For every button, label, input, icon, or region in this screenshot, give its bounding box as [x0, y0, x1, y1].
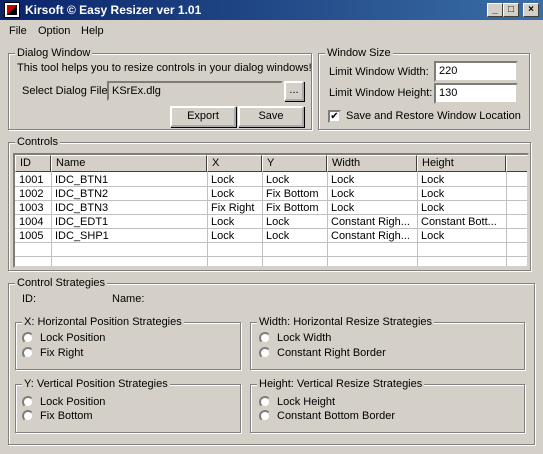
table-cell[interactable]: IDC_BTN3 — [51, 201, 207, 215]
minimize-button[interactable]: _ — [487, 3, 503, 17]
column-header-id[interactable]: ID — [15, 155, 51, 172]
table-cell[interactable]: Lock — [207, 173, 262, 187]
export-button[interactable]: Export — [170, 106, 236, 127]
menu-file[interactable]: File — [9, 25, 27, 37]
column-header-x[interactable]: X — [207, 155, 262, 172]
height-strategies-group-label: Height: Vertical Resize Strategies — [257, 378, 425, 390]
select-dialog-file-label: Select Dialog File: — [22, 85, 111, 97]
dialog-window-group-label: Dialog Window — [15, 47, 93, 59]
id-label: ID: — [22, 293, 37, 305]
menu-bar: File Option Help — [0, 20, 543, 40]
table-cell[interactable]: IDC_SHP1 — [51, 229, 207, 243]
table-cell[interactable]: Lock — [417, 201, 506, 215]
y-fix-bottom-label: Fix Bottom — [40, 410, 93, 422]
table-cell[interactable]: Lock — [327, 173, 417, 187]
x-strategies-group: X: Horizontal Position Strategies — [15, 316, 241, 370]
save-restore-label: Save and Restore Window Location — [346, 110, 521, 122]
dialog-file-field[interactable]: KSrEx.dlg — [107, 81, 283, 101]
x-fix-right-label: Fix Right — [40, 347, 84, 359]
x-lock-position-label: Lock Position — [40, 332, 106, 344]
table-cell[interactable]: Fix Right — [207, 201, 262, 215]
width-strategies-group: Width: Horizontal Resize Strategies — [250, 316, 525, 370]
table-cell[interactable]: Fix Bottom — [262, 201, 327, 215]
table-cell[interactable]: Fix Bottom — [262, 187, 327, 201]
table-cell[interactable]: Lock — [207, 229, 262, 243]
app-icon[interactable] — [4, 2, 20, 18]
column-header-width[interactable]: Width — [327, 155, 417, 172]
column-header-height[interactable]: Height — [417, 155, 506, 172]
table-cell[interactable]: 1004 — [15, 215, 51, 229]
height-constant-bottom-label: Constant Bottom Border — [277, 410, 396, 422]
table-cell[interactable]: Lock — [327, 187, 417, 201]
column-header-name[interactable]: Name — [51, 155, 207, 172]
table-cell[interactable]: Lock — [327, 201, 417, 215]
y-lock-position-radio[interactable] — [22, 396, 34, 408]
browse-button[interactable]: ... — [284, 81, 304, 101]
limit-height-input[interactable]: 130 — [434, 83, 518, 104]
table-cell[interactable]: IDC_BTN1 — [51, 173, 207, 187]
table-cell[interactable]: IDC_BTN2 — [51, 187, 207, 201]
window-size-group-label: Window Size — [325, 47, 393, 59]
height-lock-height-label: Lock Height — [277, 396, 336, 408]
menu-option[interactable]: Option — [38, 25, 70, 37]
width-strategies-group-label: Width: Horizontal Resize Strategies — [257, 316, 435, 328]
x-lock-position-radio[interactable] — [22, 332, 34, 344]
window-title: Kirsoft © Easy Resizer ver 1.01 — [25, 3, 202, 17]
close-button[interactable]: × — [523, 3, 539, 17]
controls-group-label: Controls — [15, 136, 60, 148]
height-lock-height-radio[interactable] — [259, 396, 271, 408]
table-cell[interactable]: Constant Righ... — [327, 215, 417, 229]
table-cell[interactable]: Lock — [417, 187, 506, 201]
name-label: Name: — [112, 293, 145, 305]
table-cell[interactable]: Constant Bott... — [417, 215, 506, 229]
table-cell[interactable]: Lock — [417, 229, 506, 243]
table-cell[interactable]: Lock — [262, 229, 327, 243]
save-button[interactable]: Save — [238, 106, 304, 127]
width-lock-width-radio[interactable] — [259, 332, 271, 344]
limit-height-label: Limit Window Height: — [329, 87, 433, 99]
dialog-description: This tool helps you to resize controls i… — [17, 62, 312, 74]
height-constant-bottom-radio[interactable] — [259, 410, 271, 422]
table-cell[interactable]: 1005 — [15, 229, 51, 243]
control-strategies-group-label: Control Strategies — [15, 277, 108, 289]
column-header-filler — [506, 155, 527, 172]
x-fix-right-radio[interactable] — [22, 347, 34, 359]
x-strategies-group-label: X: Horizontal Position Strategies — [22, 316, 184, 328]
table-cell[interactable]: 1003 — [15, 201, 51, 215]
width-constant-right-radio[interactable] — [259, 347, 271, 359]
limit-width-label: Limit Window Width: — [329, 66, 429, 78]
table-cell[interactable]: Lock — [207, 187, 262, 201]
table-cell[interactable]: Constant Righ... — [327, 229, 417, 243]
table-cell[interactable]: IDC_EDT1 — [51, 215, 207, 229]
table-cell[interactable]: Lock — [262, 215, 327, 229]
table-cell[interactable]: 1002 — [15, 187, 51, 201]
table-cell[interactable]: Lock — [417, 173, 506, 187]
y-strategies-group-label: Y: Vertical Position Strategies — [22, 378, 170, 390]
width-lock-width-label: Lock Width — [277, 332, 332, 344]
table-cell[interactable]: Lock — [262, 173, 327, 187]
table-cell[interactable]: 1001 — [15, 173, 51, 187]
controls-list[interactable]: ID Name X Y Width Height 1001 IDC_BTN1 L… — [13, 153, 529, 268]
menu-help[interactable]: Help — [81, 25, 104, 37]
y-lock-position-label: Lock Position — [40, 396, 106, 408]
table-cell[interactable]: Lock — [207, 215, 262, 229]
save-restore-checkbox[interactable]: ✔ — [328, 110, 341, 123]
title-bar[interactable]: Kirsoft © Easy Resizer ver 1.01 _ □ × — [0, 0, 543, 20]
maximize-button[interactable]: □ — [503, 3, 519, 17]
column-header-y[interactable]: Y — [262, 155, 327, 172]
width-constant-right-label: Constant Right Border — [277, 347, 386, 359]
limit-width-input[interactable]: 220 — [434, 61, 518, 82]
y-fix-bottom-radio[interactable] — [22, 410, 34, 422]
